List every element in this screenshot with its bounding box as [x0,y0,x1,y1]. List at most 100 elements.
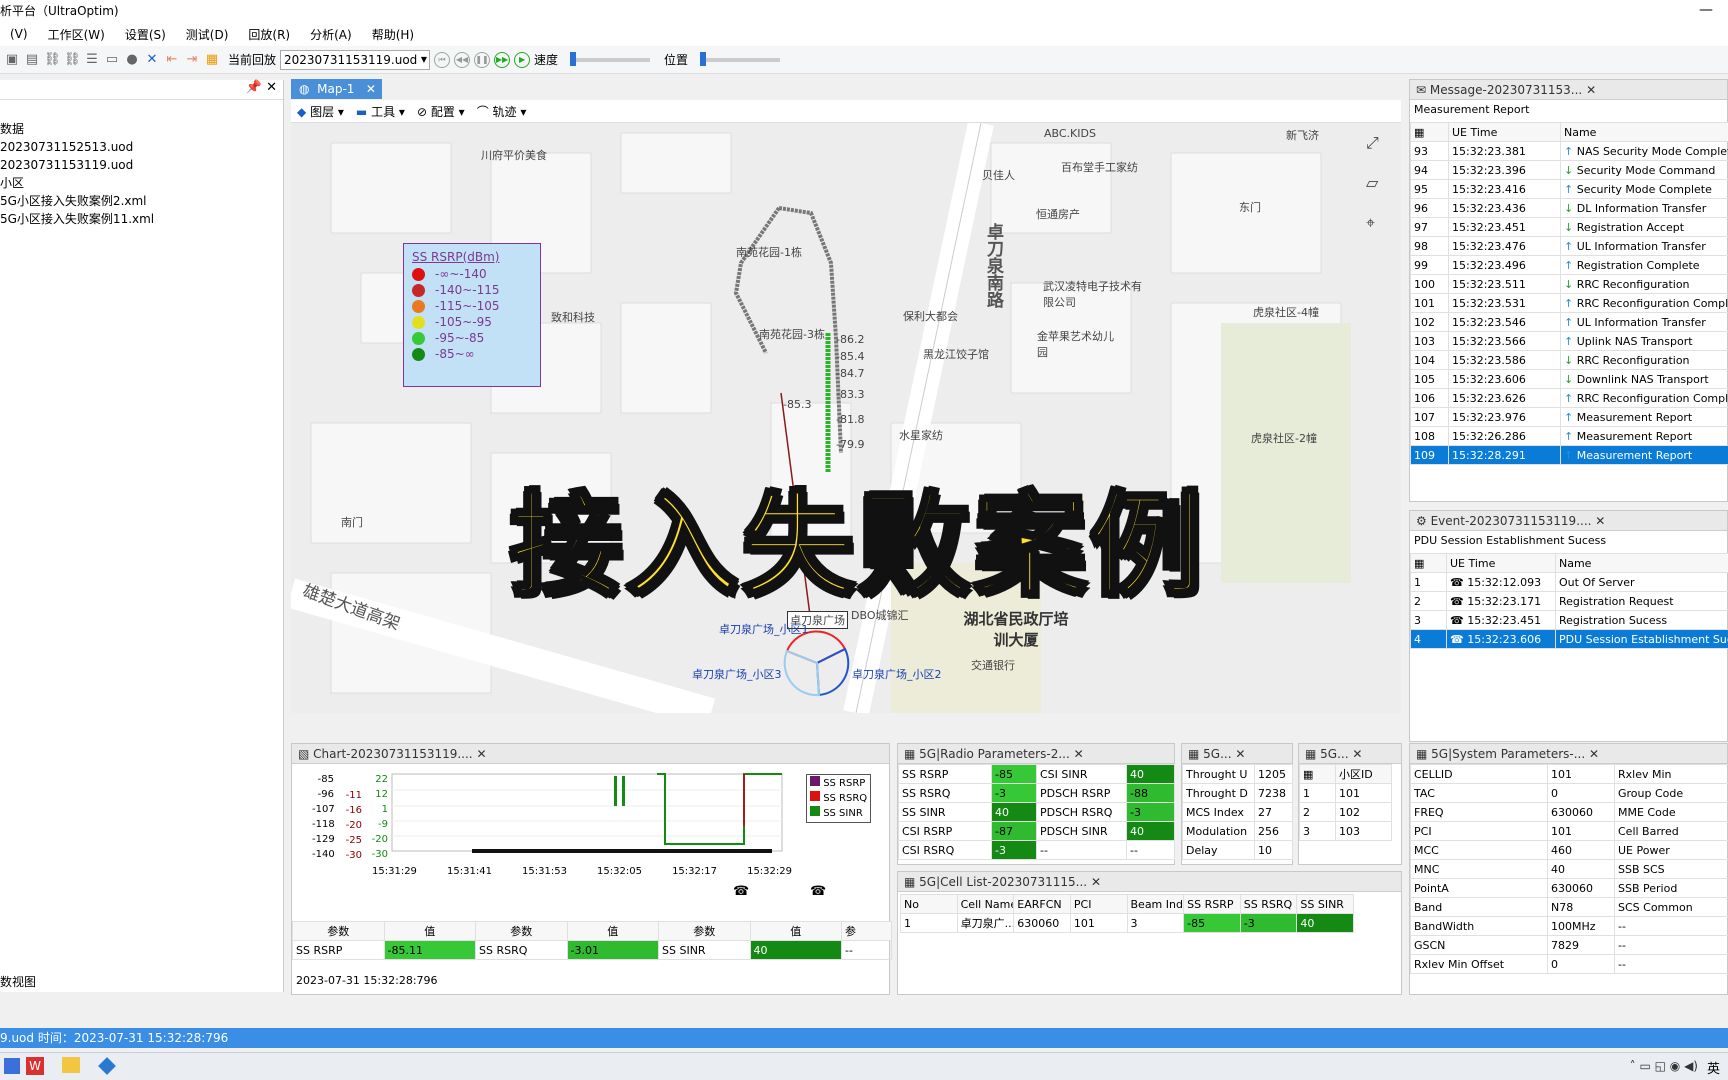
location-icon[interactable]: ⌖ [1366,213,1375,233]
tree-item[interactable]: 20230731153119.uod [0,156,283,174]
map-canvas[interactable]: 川府平价美食 致和科技 南苑花园-1栋 南苑花园-3栋 保利大都会 黑龙江饺子馆… [291,123,1401,713]
tree-item[interactable]: 5G小区接入失败案例2.xml [0,192,283,210]
table-row[interactable]: 2 102 [1299,802,1392,822]
table-row[interactable]: 107 15:32:23.976 ↑ Measurement Report [1410,407,1728,427]
tree-item[interactable]: 小区 [0,174,283,192]
app-icon[interactable] [98,1057,116,1075]
menu-analysis[interactable]: 分析(A) [300,26,362,43]
fast-forward-icon[interactable]: ▶▶ [494,51,511,68]
table-header[interactable]: UE Time [1448,122,1561,142]
fullscreen-icon[interactable]: ⤢ [1366,133,1379,153]
link-icon[interactable]: ⛓ [44,52,61,68]
table-header[interactable]: No [900,894,958,914]
table-header[interactable]: Cell Name [956,894,1015,914]
table-header[interactable]: Name [1560,122,1728,142]
import-icon[interactable]: ⇤ [164,52,180,68]
table-row[interactable]: 98 15:32:23.476 ↑ UL Information Transfer [1410,236,1728,256]
table-row[interactable]: 1 ☎ 15:32:12.093 Out Of Server [1410,572,1728,592]
close-icon[interactable]: ✕ [366,82,376,96]
menu-workspace[interactable]: 工作区(W) [38,26,115,43]
record-icon[interactable]: ● [124,52,140,68]
close-icon[interactable]: ✕ [1235,747,1245,761]
table-row[interactable]: 4 ☎ 15:32:23.606 PDU Session Establishment… [1410,629,1728,649]
minimize-icon[interactable]: — [1684,0,1728,22]
close-icon[interactable]: ✕ [1352,747,1362,761]
table-row[interactable]: 3 103 [1299,821,1392,841]
menu-settings[interactable]: 设置(S) [115,26,176,43]
table-header[interactable]: ▦ [1410,122,1449,142]
close-icon[interactable]: ✕ [1586,83,1596,97]
unlink-icon[interactable]: ⛓ [64,52,81,68]
table-row[interactable]: 106 15:32:23.626 ↑ RRC Reconfiguration Com… [1410,388,1728,408]
table-row[interactable]: 96 15:32:23.436 ↓ DL Information Transfer [1410,198,1728,218]
menu-view[interactable]: (V) [0,27,38,41]
layers-button[interactable]: ◆ 图层 ▾ [297,103,344,120]
table-row[interactable]: 108 15:32:26.286 ↑ Measurement Report [1410,426,1728,446]
close-icon[interactable]: ✕ [266,80,277,95]
config-button[interactable]: ⊘ 配置 ▾ [417,103,465,120]
left-footer-tab[interactable]: 数视图 [0,973,36,990]
clipboard-icon[interactable]: ▦ [204,52,220,68]
taskbar-app-icon[interactable] [4,1058,20,1074]
close-icon[interactable]: ✕ [476,747,486,761]
table-row[interactable]: 3 ☎ 15:32:23.451 Registration Sucess [1410,610,1728,630]
tools-icon[interactable]: ✕ [144,52,160,68]
event-marker-icon[interactable]: ☎ [810,884,826,899]
tab-celllist[interactable]: ▦ 5G|Cell List-20230731115... ✕ [898,872,1401,892]
speed-slider[interactable] [570,51,651,66]
close-icon[interactable]: ✕ [1589,747,1599,761]
pause-icon[interactable]: ❚❚ [474,51,491,68]
tab-message[interactable]: ✉ Message-20230731153... ✕ [1410,80,1727,100]
tab-cellid[interactable]: ▦ 5G... ✕ [1299,744,1401,764]
tray-icons[interactable]: ˄ ▭ ◱ ◉ ◀) [1630,1059,1698,1073]
event-marker-icon[interactable]: ☎ [733,884,749,899]
tab-chart[interactable]: ▧ Chart-20230731153119.... ✕ [292,744,889,764]
tab-map[interactable]: ◍ Map-1 ✕ [291,79,382,99]
table-row[interactable]: 97 15:32:23.451 ↓ Registration Accept [1410,217,1728,237]
table-row[interactable]: 103 15:32:23.566 ↑ Uplink NAS Transport [1410,331,1728,351]
table-header[interactable]: UE Time [1446,553,1556,573]
position-slider[interactable] [700,51,781,66]
menu-replay[interactable]: 回放(R) [238,26,300,43]
play-icon[interactable]: ▶ [514,51,531,68]
measure-icon[interactable]: ▱ [1366,173,1378,192]
export-icon[interactable]: ⇥ [184,52,200,68]
save-icon[interactable]: ▤ [24,52,40,68]
menu-help[interactable]: 帮助(H) [362,26,424,43]
tools-button[interactable]: ▬ 工具 ▾ [356,103,405,120]
tree-item[interactable]: 5G小区接入失败案例11.xml [0,210,283,228]
table-header[interactable]: 小区ID [1335,764,1392,784]
tab-throughput[interactable]: ▦ 5G... ✕ [1182,744,1292,764]
wps-icon[interactable]: W [26,1057,44,1075]
menu-test[interactable]: 测试(D) [176,26,239,43]
table-header[interactable]: Name [1555,553,1728,573]
table-header[interactable]: SS SINR [1296,894,1354,914]
table-header[interactable]: SS RSRP [1183,894,1241,914]
table-row[interactable]: 95 15:32:23.416 ↑ Security Mode Complete [1410,179,1728,199]
close-icon[interactable]: ✕ [1091,875,1101,889]
table-header[interactable]: ▦ [1410,553,1447,573]
table-header[interactable]: ▦ [1299,764,1336,784]
table-row[interactable]: 101 15:32:23.531 ↑ RRC Reconfiguration Com… [1410,293,1728,313]
ime-indicator[interactable]: 英 [1707,1058,1720,1077]
config-icon[interactable]: ▣ [4,52,20,68]
table-header[interactable]: PCI [1069,894,1128,914]
table-row[interactable]: 104 15:32:23.586 ↓ RRC Reconfiguration [1410,350,1728,370]
table-row[interactable]: 102 15:32:23.546 ↑ UL Information Transfer [1410,312,1728,332]
track-button[interactable]: ⌒ 轨迹 ▾ [477,103,527,120]
table-row[interactable]: 93 15:32:23.381 ↑ NAS Security Mode Comple… [1410,141,1728,161]
table-row[interactable]: 109 15:32:28.291 ↑ Measurement Report [1410,445,1728,465]
monitor-icon[interactable]: ▭ [104,52,120,68]
tree-item[interactable] [0,102,283,120]
table-header[interactable]: EARFCN [1013,894,1071,914]
list-icon[interactable]: ☰ [84,52,100,68]
close-icon[interactable]: ✕ [1074,747,1084,761]
close-icon[interactable]: ✕ [1595,514,1605,528]
first-icon[interactable]: ⏮ [434,51,451,68]
pin-icon[interactable]: 📌 [246,80,262,95]
tab-event[interactable]: ⚙ Event-20230731153119.... ✕ [1410,511,1727,531]
table-row[interactable]: 94 15:32:23.396 ↓ Security Mode Command [1410,160,1728,180]
prev-icon[interactable]: ◀◀ [454,51,471,68]
table-header[interactable]: SS RSRQ [1239,894,1298,914]
tab-system[interactable]: ▦ 5G|System Parameters-... ✕ [1410,744,1727,764]
